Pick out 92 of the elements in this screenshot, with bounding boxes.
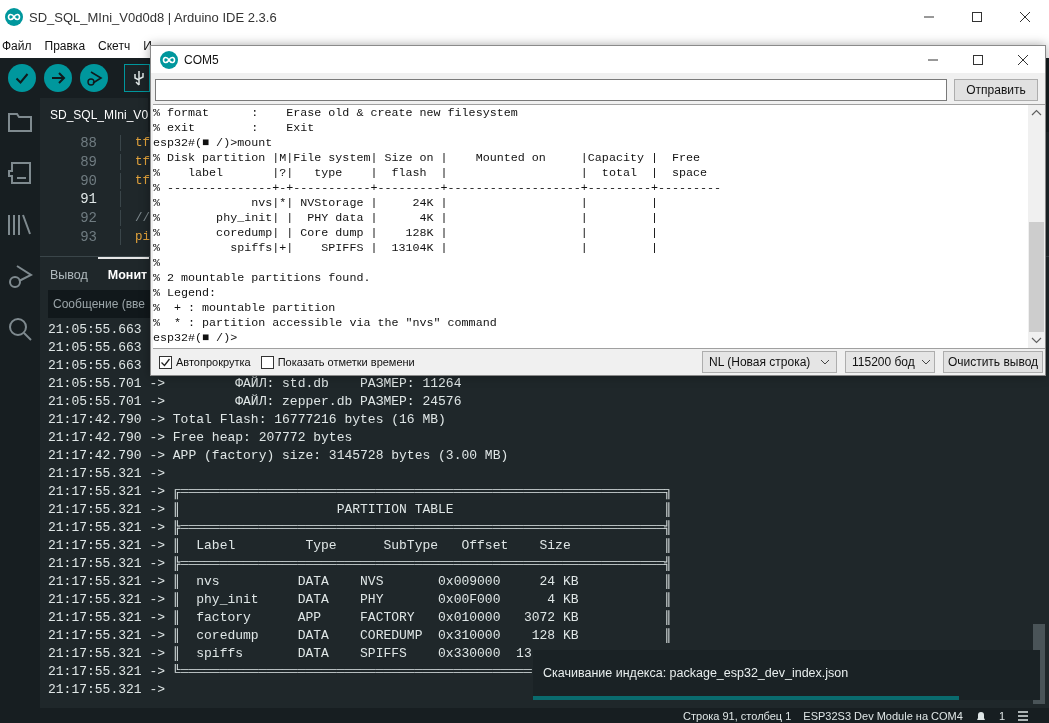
code-text: // [135,211,150,226]
serial-line: % coredump| | Core dump | 128K | | | [153,226,658,241]
output-line: 21:05:55.663 [48,339,142,357]
serial-line: % 2 mountable partitions found. [153,271,371,286]
notification-count: 1 [998,709,1005,722]
maximize-icon [971,53,984,66]
debug-play-icon [85,69,103,87]
debug-icon[interactable] [7,264,33,290]
output-line: 21:05:55.701 -> ФАЙЛ: zepper.db РАЗМЕР: 24576 [48,393,462,411]
send-button[interactable]: Отправить [954,79,1038,101]
output-line: 21:17:42.790 -> APP (factory) size: 3145728 bytes (3.00 MB) [48,447,509,465]
message-field[interactable]: Сообщение (вве [48,290,150,318]
serial-line: % [153,256,160,271]
serial-line: % ---------------+-+-----------+---------+-------------------+---------+--------- [153,181,722,196]
serial-line: % Disk partition |M|File system| Size on | Mounted on |Capacity | Free [153,151,701,166]
output-line: 21:17:42.790 -> Free heap: 207772 bytes [48,429,353,447]
checkbox-label[interactable]: Автопрокрутка [176,356,251,368]
serial-line: esp32#(■ /)> [153,331,238,346]
menu-icon[interactable] [1017,709,1029,722]
output-line: 21:17:55.321 -> ║ coredump DATA COREDUMP 0x310000 128 KB ║ [48,627,673,645]
close-icon [1019,11,1031,23]
output-line: 21:17:55.321 -> ╔══════════════════════════════════════════════════════════════╗ [48,483,673,501]
code-text: tf [135,155,150,170]
output-line: 21:17:55.321 -> ╚═════════════════════════════════════════════ [48,663,532,681]
serial-line: % phy_init| | PHY data | 4K | | | [153,211,658,226]
app-logo-icon [5,8,23,26]
output-line: 21:05:55.663 [48,321,142,339]
panel-tab[interactable]: Вывод [40,257,98,290]
serial-line: % nvs|*| NVStorage | 24K | | | [153,196,658,211]
library-icon[interactable] [7,212,33,238]
arrow-right-icon [50,70,66,86]
serial-line: % format : Erase old & create new filesystem [153,106,518,121]
board-icon[interactable] [7,160,33,186]
baud-rate-dropdown[interactable]: 115200 бод [845,351,935,373]
editor-tab[interactable]: SD_SQL_MIni_V0 [40,98,149,132]
output-line: 21:17:55.321 -> ╠══════════════════════════════════════════════════════════════╣ [48,519,673,537]
clear-output-button[interactable]: Очистить вывод [943,351,1043,373]
caret-icon [820,359,830,365]
output-line: 21:17:55.321 -> ║ PARTITION TABLE ║ [48,501,673,519]
code-text: tf [135,136,150,151]
scrollbar-thumb[interactable] [1029,222,1044,332]
output-line: 21:17:55.321 -> ║ nvs DATA NVS 0x009000 24 KB ║ [48,573,673,591]
folder-icon[interactable] [7,110,33,134]
line-number: 91 [40,191,121,208]
line-number: 92 [40,210,121,227]
verify-button[interactable] [8,64,36,92]
output-line: 21:17:55.321 -> ║ Label Type SubType Offset Size ║ [48,537,673,555]
menu-item[interactable]: Правка [44,39,86,53]
debug-button[interactable] [80,64,108,92]
serial-line: % exit : Exit [153,121,315,136]
usb-icon [133,69,145,87]
menu-item[interactable]: Файл [2,39,32,53]
serial-line: % + : mountable partition [153,301,336,316]
serial-line: % spiffs|+| SPIFFS | 13104K | | | [153,241,658,256]
serial-line: esp32#(■ /)>mount [153,136,273,151]
output-line: 21:05:55.701 -> ФАЙЛ: std.db РАЗМЕР: 11264 [48,375,462,393]
close-icon [1016,53,1029,66]
line-number: 90 [40,172,121,189]
line-ending-dropdown[interactable]: NL (Новая строка) [702,351,837,373]
board-status[interactable]: ESP32S3 Dev Module на COM4 [803,709,963,722]
menu-item[interactable]: Скетч [98,39,131,53]
checkbox-label[interactable]: Показать отметки времени [277,356,415,368]
output-line: 21:17:55.321 -> ╠══════════════════════════════════════════════════════════════╣ [48,555,673,573]
search-icon[interactable] [7,316,33,342]
serial-line: % label |?| type | flash | | total | space [153,166,708,181]
upload-button[interactable] [44,64,72,92]
line-number: 93 [40,228,121,245]
line-number: 88 [40,135,121,152]
output-line: 21:05:55.663 [48,357,142,375]
output-line: 21:17:55.321 -> [48,465,166,483]
bell-icon[interactable] [974,709,987,722]
code-text: pi [135,229,150,244]
board-selector[interactable] [124,64,150,92]
notification-message: Скачивание индекса: package_esp32_dev_index.json [542,666,850,680]
output-line: 21:17:55.321 -> [48,681,166,699]
code-text: tf [135,173,150,188]
cursor-position: Строка 91, столбец 1 [683,709,792,722]
output-line: 21:17:55.321 -> ║ phy_init DATA PHY 0x00F000 4 KB ║ [48,591,673,609]
serial-line: % * : partition accessible via the "nvs" command [153,316,497,331]
serial-line: % Legend: [153,286,217,301]
checkbox[interactable] [159,355,172,369]
checkbox[interactable] [260,355,274,369]
maximize-icon [971,11,983,23]
send-field[interactable] [155,79,947,101]
output-line: 21:17:55.321 -> ║ spiffs DATA SPIFFS 0x330000 13 [48,645,532,663]
line-number: 89 [40,154,121,171]
output-line: 21:17:55.321 -> ║ factory APP FACTORY 0x010000 3072 KB ║ [48,609,673,627]
window-title: COM5 [184,52,219,67]
app-logo-icon [160,50,178,69]
window-title: SD_SQL_MIni_V0d0d8 | Arduino IDE 2.3.6 [29,9,277,25]
output-line: 21:17:42.790 -> Total Flash: 16777216 bytes (16 MB) [48,411,446,429]
caret-icon [920,359,931,365]
